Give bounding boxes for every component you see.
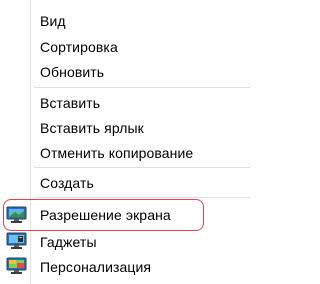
display-settings-icon (6, 206, 28, 224)
menu-item-paste-shortcut[interactable]: Вставить ярлык (0, 117, 250, 139)
menu-item-label: Гаджеты (40, 234, 97, 250)
menu-separator (34, 167, 250, 168)
menu-item-label: Вставить ярлык (40, 120, 144, 136)
menu-item-new[interactable]: Создать (0, 172, 250, 194)
desktop-context-menu: Вид Сортировка Обновить Вставить Вставит… (0, 0, 255, 284)
menu-item-label: Обновить (40, 64, 105, 80)
menu-item-label: Создать (40, 175, 94, 191)
menu-item-refresh[interactable]: Обновить (0, 61, 250, 83)
menu-item-label: Персонализация (40, 259, 152, 275)
menu-item-label: Разрешение экрана (40, 207, 171, 223)
menu-item-screen-resolution[interactable]: Разрешение экрана (0, 204, 250, 226)
personalization-icon (6, 257, 28, 275)
menu-item-label: Вид (40, 13, 66, 29)
menu-item-label: Сортировка (40, 39, 118, 55)
menu-item-label: Вставить (40, 95, 101, 111)
gadgets-icon (6, 232, 28, 250)
menu-separator (34, 87, 250, 88)
menu-item-label: Отменить копирование (40, 145, 194, 161)
menu-item-view[interactable]: Вид (0, 10, 250, 32)
menu-item-undo-copy[interactable]: Отменить копирование (0, 142, 250, 164)
menu-item-sort[interactable]: Сортировка (0, 36, 250, 58)
menu-separator (34, 197, 250, 198)
menu-item-gadgets[interactable]: Гаджеты (0, 231, 250, 253)
menu-item-paste[interactable]: Вставить (0, 92, 250, 114)
menu-item-personalization[interactable]: Персонализация (0, 256, 250, 278)
